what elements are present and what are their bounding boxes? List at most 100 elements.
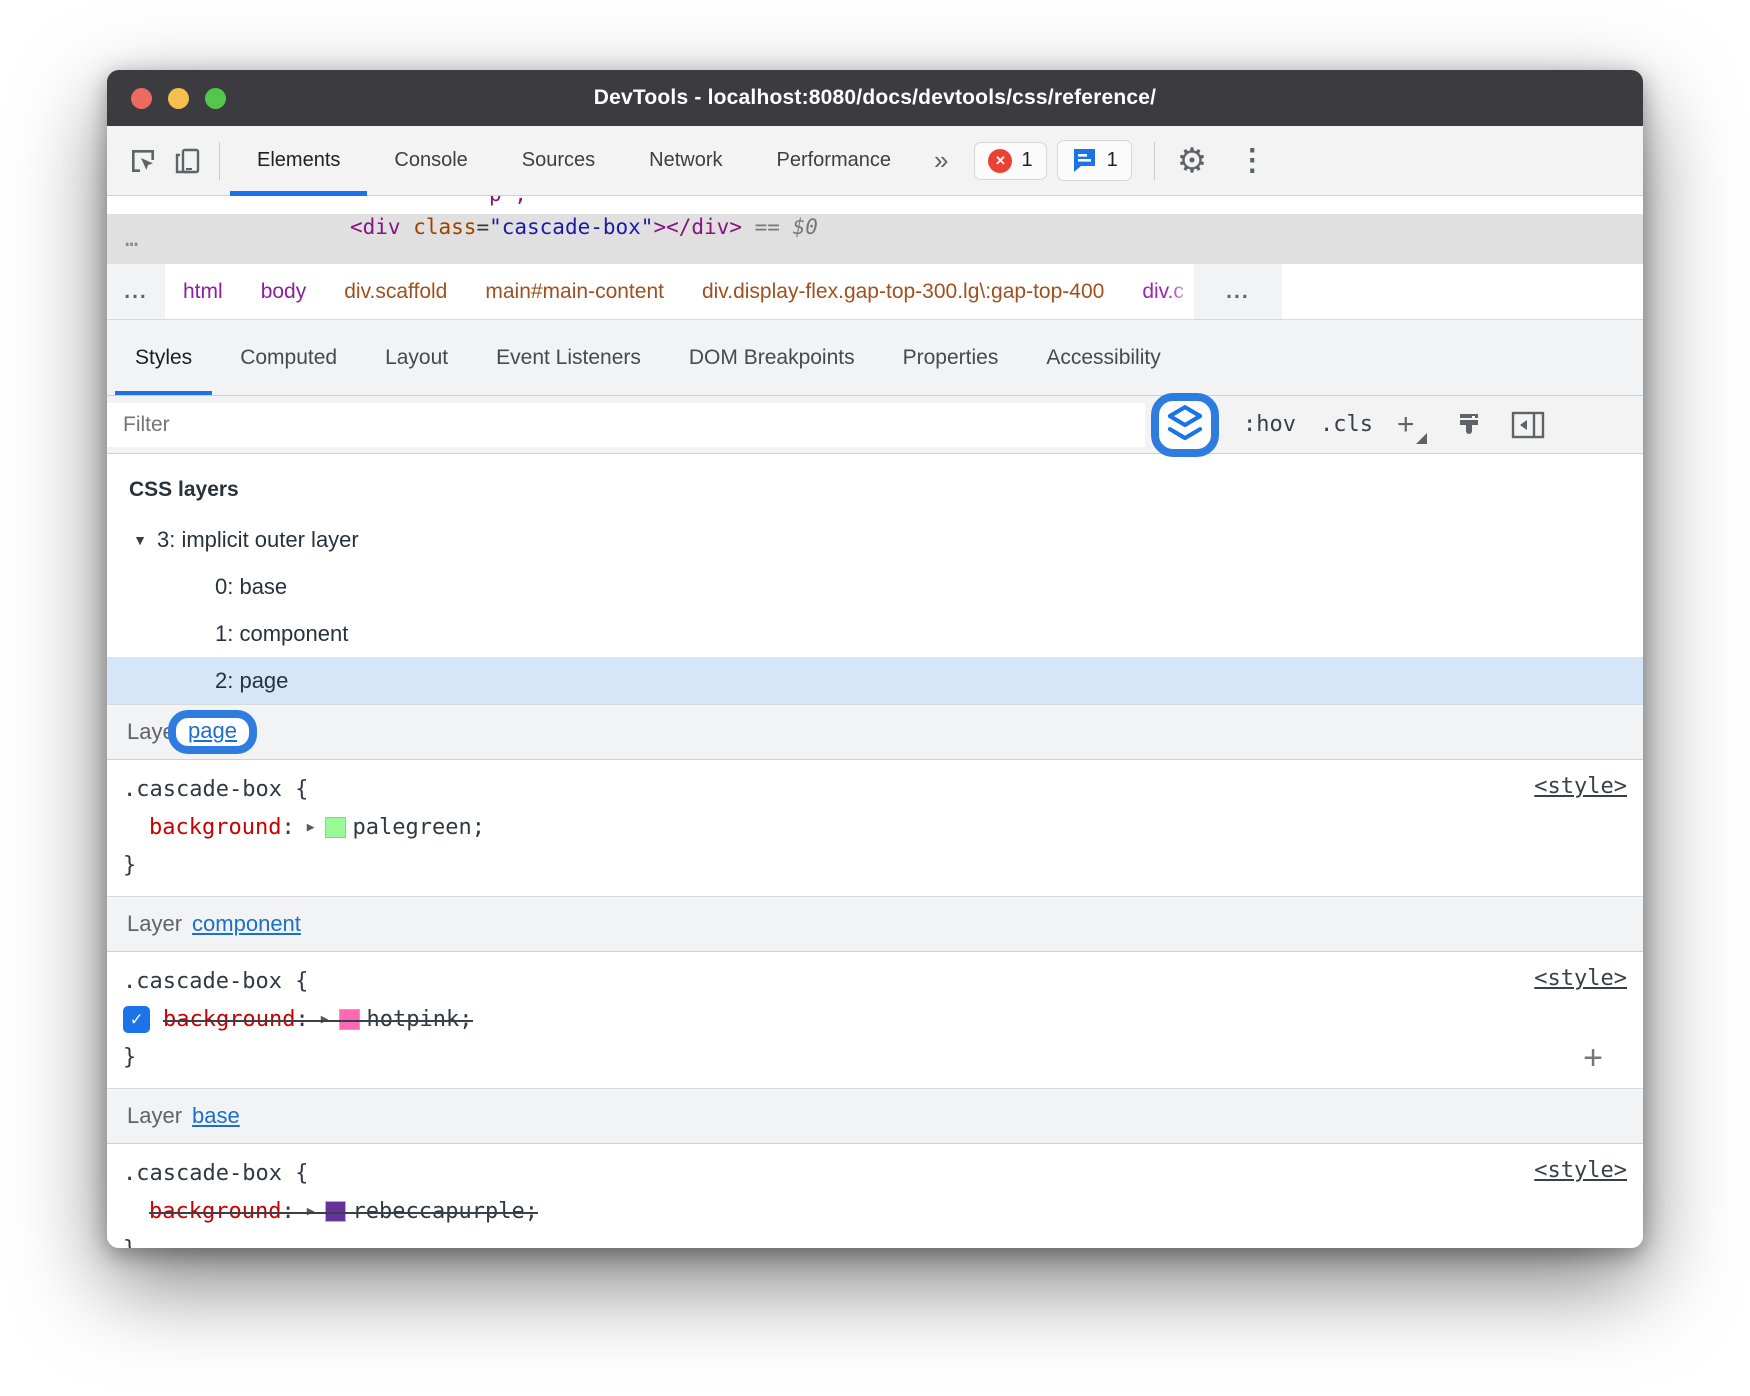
breadcrumb-overflow-left[interactable]: ... <box>107 264 165 319</box>
color-swatch-palegreen[interactable] <box>325 817 346 838</box>
clipped-node-fragment: p , <box>489 196 527 206</box>
settings-gear-icon[interactable]: ⚙ <box>1165 144 1219 178</box>
breadcrumb-item-body[interactable]: body <box>261 280 307 304</box>
style-source-link[interactable]: <style> <box>1534 774 1627 799</box>
expand-shorthand-icon[interactable]: ▶ <box>321 1012 329 1027</box>
layer-item-label: 0: base <box>215 574 287 600</box>
screenshot-stage: DevTools - localhost:8080/docs/devtools/… <box>0 0 1750 1396</box>
breadcrumb-item-selected[interactable]: div.c <box>1142 280 1190 304</box>
rule-base-cascade-box: <style> .cascade-box { background: ▶ reb… <box>107 1144 1643 1248</box>
breadcrumb-overflow-right[interactable]: ... <box>1194 264 1282 319</box>
property-value[interactable]: hotpink; <box>367 1007 473 1032</box>
style-source-link[interactable]: <style> <box>1534 966 1627 991</box>
device-toolbar-icon[interactable] <box>165 139 209 183</box>
layer-page-callout-ring: page <box>168 710 257 754</box>
layer-tree-item-page-selected[interactable]: 2: page <box>107 657 1643 704</box>
issues-badge[interactable]: 1 <box>1057 140 1132 181</box>
layer-item-label: 1: component <box>215 621 348 647</box>
rule-selector[interactable]: .cascade-box { <box>107 962 1643 1000</box>
more-tabs-icon[interactable]: » <box>918 145 964 176</box>
layer-tree-item-base[interactable]: 0: base <box>107 563 1643 610</box>
plus-glyph: + <box>1397 408 1415 441</box>
dollar-zero-hint: $0 <box>793 215 818 239</box>
tab-styles[interactable]: Styles <box>111 320 216 395</box>
breadcrumb-item-display-flex[interactable]: div.display-flex.gap-top-300.lg\:gap-top… <box>702 280 1104 304</box>
breadcrumb: ... html body div.scaffold main#main-con… <box>107 264 1643 320</box>
property-name[interactable]: background <box>149 815 281 840</box>
close-brace-text: } <box>123 853 136 878</box>
toolbar-divider <box>219 142 220 180</box>
tab-accessibility[interactable]: Accessibility <box>1022 320 1184 395</box>
breadcrumb-item-main-content[interactable]: main#main-content <box>485 280 664 304</box>
toggle-classes-button[interactable]: .cls <box>1320 412 1373 437</box>
layer-base-link[interactable]: base <box>192 1103 240 1129</box>
tab-console[interactable]: Console <box>367 126 494 196</box>
color-swatch-rebeccapurple[interactable] <box>325 1201 346 1222</box>
inspect-element-icon[interactable] <box>121 139 165 183</box>
tab-sources[interactable]: Sources <box>495 126 622 196</box>
tab-properties[interactable]: Properties <box>879 320 1023 395</box>
colon: : <box>295 1007 308 1032</box>
overridden-declaration: background: ▶ rebeccapurple; <box>149 1199 538 1224</box>
tab-event-listeners[interactable]: Event Listeners <box>472 320 665 395</box>
layer-component-header: Layer component <box>107 897 1643 952</box>
new-style-rule-button[interactable]: + <box>1397 408 1427 442</box>
tab-network[interactable]: Network <box>622 126 749 196</box>
colon: : <box>281 1199 294 1224</box>
property-row-background-overridden[interactable]: ✓ background: ▶ hotpink; <box>107 1000 1643 1038</box>
issues-count: 1 <box>1107 149 1118 172</box>
layer-page-header: Layer page <box>107 705 1643 760</box>
layer-component-link[interactable]: component <box>192 911 301 937</box>
layer-label: Layer <box>127 911 182 937</box>
dom-selected-node-row[interactable]: … <div class="cascade-box"></div> == $0 <box>107 214 1643 264</box>
expand-shorthand-icon[interactable]: ▶ <box>307 1204 315 1219</box>
devtools-window: DevTools - localhost:8080/docs/devtools/… <box>107 70 1643 1248</box>
expand-shorthand-icon[interactable]: ▶ <box>307 820 315 835</box>
style-source-link[interactable]: <style> <box>1534 1158 1627 1183</box>
dock-side-icon[interactable] <box>1511 411 1545 439</box>
node-overflow-ellipsis[interactable]: … <box>125 227 165 252</box>
tab-performance[interactable]: Performance <box>750 126 919 196</box>
property-name[interactable]: background <box>149 1199 281 1224</box>
property-value[interactable]: rebeccapurple; <box>353 1199 538 1224</box>
breadcrumb-item-scaffold[interactable]: div.scaffold <box>344 280 447 304</box>
tab-layout[interactable]: Layout <box>361 320 472 395</box>
property-value[interactable]: palegreen; <box>353 815 485 840</box>
layer-tree-root[interactable]: ▼ 3: implicit outer layer <box>107 516 1643 563</box>
error-badge[interactable]: ✕ 1 <box>974 142 1046 180</box>
toggle-hover-state-button[interactable]: :hov <box>1243 412 1296 437</box>
tab-dom-breakpoints[interactable]: DOM Breakpoints <box>665 320 879 395</box>
selector-text: .cascade-box { <box>123 969 308 994</box>
tree-expander-icon[interactable]: ▼ <box>123 532 157 548</box>
property-enabled-checkbox[interactable]: ✓ <box>123 1006 150 1033</box>
minimize-window-button[interactable] <box>168 88 189 109</box>
selector-text: .cascade-box { <box>123 1161 308 1186</box>
message-icon <box>1071 147 1098 174</box>
property-name[interactable]: background <box>163 1007 295 1032</box>
error-count: 1 <box>1021 149 1032 172</box>
breadcrumb-item-html[interactable]: html <box>183 280 223 304</box>
rule-selector[interactable]: .cascade-box { <box>107 770 1643 808</box>
rule-selector[interactable]: .cascade-box { <box>107 1154 1643 1192</box>
rule-close-brace: } <box>107 1038 1643 1076</box>
tab-elements[interactable]: Elements <box>230 126 367 196</box>
color-swatch-hotpink[interactable] <box>339 1009 360 1030</box>
layer-tree-item-component[interactable]: 1: component <box>107 610 1643 657</box>
dropdown-corner-icon <box>1416 433 1427 444</box>
close-window-button[interactable] <box>131 88 152 109</box>
paintbrush-icon[interactable] <box>1453 409 1485 441</box>
titlebar: DevTools - localhost:8080/docs/devtools/… <box>107 70 1643 126</box>
layer-page-link[interactable]: page <box>188 718 237 743</box>
property-row-background[interactable]: background: ▶ palegreen; <box>107 808 1643 846</box>
css-layers-callout-ring <box>1151 393 1219 457</box>
kebab-menu-icon[interactable]: ⋮ <box>1227 143 1277 178</box>
tab-computed[interactable]: Computed <box>216 320 361 395</box>
property-row-background-overridden[interactable]: background: ▶ rebeccapurple; <box>107 1192 1643 1230</box>
layer-label: Layer <box>127 1103 182 1129</box>
rule-close-brace: } <box>107 1230 1643 1248</box>
add-declaration-button[interactable]: + <box>1583 1039 1603 1078</box>
zoom-window-button[interactable] <box>205 88 226 109</box>
css-layers-toggle-icon[interactable] <box>1159 401 1211 449</box>
rule-close-brace: } <box>107 846 1643 884</box>
filter-input[interactable] <box>107 403 1145 447</box>
